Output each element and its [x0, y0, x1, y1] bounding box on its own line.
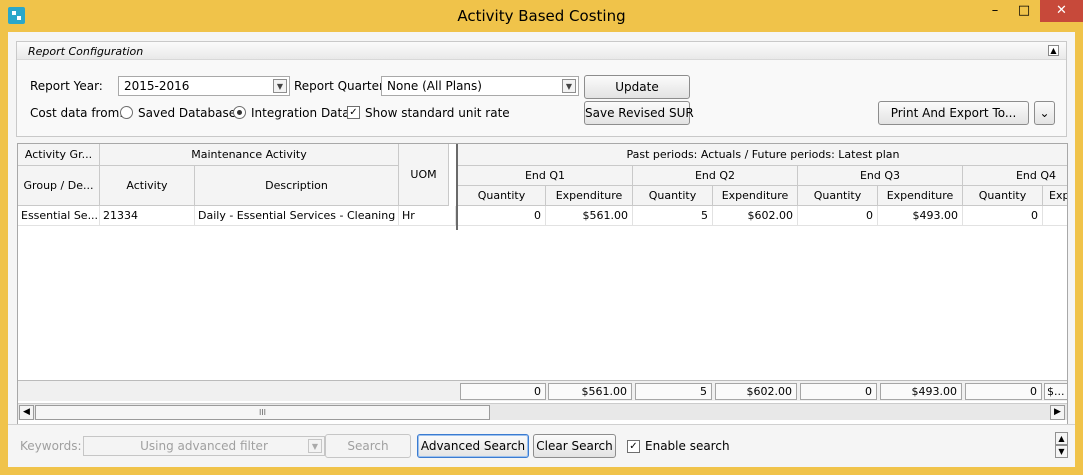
- report-configuration-panel: Report Configuration ▲ Report Year: 2015…: [16, 41, 1067, 137]
- main-window: Activity Based Costing – □ ✕ Report Conf…: [0, 0, 1083, 475]
- column-header-q4-quantity[interactable]: Quantity: [963, 186, 1043, 206]
- report-quarter-label: Report Quarter:: [294, 79, 388, 93]
- collapse-icon[interactable]: ▲: [1048, 45, 1059, 56]
- cell-q3-expenditure[interactable]: $493.00: [878, 206, 963, 226]
- cell-activity[interactable]: 21334: [100, 206, 195, 226]
- saved-database-radio[interactable]: [120, 106, 133, 119]
- report-quarter-select[interactable]: None (All Plans) ▼: [381, 76, 579, 96]
- show-unit-rate-checkbox[interactable]: ✓: [347, 106, 360, 119]
- column-header-end-q1[interactable]: End Q1: [458, 166, 633, 186]
- integration-data-radio[interactable]: [233, 106, 246, 119]
- total-q1-expenditure: $561.00: [548, 383, 632, 400]
- cell-description[interactable]: Daily - Essential Services - Cleaning: [195, 206, 399, 226]
- column-header-past-periods[interactable]: Past periods: Actuals / Future periods: …: [458, 144, 1067, 166]
- column-header-end-q3[interactable]: End Q3: [798, 166, 963, 186]
- chevron-down-icon: ⌄: [1039, 106, 1050, 120]
- keywords-value: Using advanced filter: [140, 439, 268, 453]
- column-header-q4-expenditure[interactable]: Expe: [1043, 186, 1067, 206]
- chevron-up-icon[interactable]: ▲: [1055, 432, 1068, 445]
- cost-data-label: Cost data from:: [30, 106, 124, 120]
- column-header-q1-expenditure[interactable]: Expenditure: [546, 186, 633, 206]
- clear-search-button[interactable]: Clear Search: [533, 434, 616, 458]
- advanced-search-button[interactable]: Advanced Search: [417, 434, 529, 458]
- cell-q1-quantity[interactable]: 0: [458, 206, 546, 226]
- cell-q2-quantity[interactable]: 5: [633, 206, 713, 226]
- column-header-end-q2[interactable]: End Q2: [633, 166, 798, 186]
- report-quarter-value: None (All Plans): [387, 79, 482, 93]
- report-year-label: Report Year:: [30, 79, 103, 93]
- report-year-value: 2015-2016: [124, 79, 190, 93]
- keywords-select[interactable]: Using advanced filter ▼: [83, 436, 325, 456]
- maximize-button[interactable]: □: [1010, 0, 1038, 22]
- search-button[interactable]: Search: [325, 434, 411, 458]
- panel-title: Report Configuration: [28, 45, 144, 58]
- total-q1-quantity: 0: [460, 383, 546, 400]
- chevron-down-icon[interactable]: ▼: [308, 439, 322, 453]
- cell-q3-quantity[interactable]: 0: [798, 206, 878, 226]
- chevron-down-icon[interactable]: ▼: [273, 79, 287, 93]
- cell-q2-expenditure[interactable]: $602.00: [713, 206, 798, 226]
- search-bar: Keywords: Using advanced filter ▼ Search…: [8, 424, 1075, 467]
- chevron-down-icon[interactable]: ▼: [562, 79, 576, 93]
- saved-database-label: Saved Database: [138, 106, 237, 120]
- close-button[interactable]: ✕: [1040, 0, 1083, 22]
- column-header-q3-quantity[interactable]: Quantity: [798, 186, 878, 206]
- integration-data-label: Integration Data: [251, 106, 350, 120]
- scroll-thumb[interactable]: III: [35, 405, 490, 420]
- panel-header: Report Configuration ▲: [17, 42, 1066, 60]
- horizontal-scrollbar[interactable]: ◀ III ▶: [18, 403, 1067, 420]
- minimize-button[interactable]: –: [981, 0, 1009, 22]
- save-revised-sur-button[interactable]: Save Revised SUR: [584, 101, 694, 125]
- report-year-select[interactable]: 2015-2016 ▼: [118, 76, 290, 96]
- client-area: Report Configuration ▲ Report Year: 2015…: [8, 32, 1075, 467]
- chevron-down-icon[interactable]: ▼: [1055, 445, 1068, 458]
- cell-q4-quantity[interactable]: 0: [963, 206, 1043, 226]
- scroll-left-icon[interactable]: ◀: [19, 405, 34, 420]
- title-bar: Activity Based Costing – □ ✕: [0, 0, 1083, 32]
- column-header-q3-expenditure[interactable]: Expenditure: [878, 186, 963, 206]
- column-header-description[interactable]: Description: [195, 166, 399, 206]
- column-header-activity-group[interactable]: Activity Gr...: [18, 144, 100, 166]
- print-export-dropdown[interactable]: ⌄: [1034, 101, 1055, 125]
- column-header-q2-quantity[interactable]: Quantity: [633, 186, 713, 206]
- column-header-q2-expenditure[interactable]: Expenditure: [713, 186, 798, 206]
- enable-search-label: Enable search: [645, 439, 730, 453]
- total-q2-expenditure: $602.00: [715, 383, 797, 400]
- cell-q1-expenditure[interactable]: $561.00: [546, 206, 633, 226]
- total-q2-quantity: 5: [635, 383, 712, 400]
- enable-search-checkbox[interactable]: ✓: [627, 440, 640, 453]
- column-header-group-desc[interactable]: Group / De...: [18, 166, 100, 206]
- scroll-right-icon[interactable]: ▶: [1050, 405, 1065, 420]
- totals-row: 0 $561.00 5 $602.00 0 $493.00 0 $...: [18, 380, 1067, 401]
- total-q3-quantity: 0: [800, 383, 877, 400]
- activity-grid[interactable]: Activity Gr... Maintenance Activity UOM …: [17, 143, 1068, 440]
- total-q4-expenditure: $...: [1044, 383, 1067, 400]
- print-export-button[interactable]: Print And Export To...: [878, 101, 1029, 125]
- cell-q4-expenditure[interactable]: [1043, 206, 1067, 226]
- column-header-end-q4[interactable]: End Q4: [963, 166, 1067, 186]
- total-q3-expenditure: $493.00: [880, 383, 962, 400]
- keywords-label: Keywords:: [20, 439, 82, 453]
- show-unit-rate-label: Show standard unit rate: [365, 106, 510, 120]
- cell-group[interactable]: Essential Se...: [18, 206, 100, 226]
- column-header-uom[interactable]: UOM: [399, 144, 449, 206]
- column-header-q1-quantity[interactable]: Quantity: [458, 186, 546, 206]
- cell-uom[interactable]: Hr: [399, 206, 456, 226]
- update-button[interactable]: Update: [584, 75, 690, 99]
- window-title: Activity Based Costing: [457, 7, 626, 25]
- column-header-maintenance-activity[interactable]: Maintenance Activity: [100, 144, 399, 166]
- column-header-activity[interactable]: Activity: [100, 166, 195, 206]
- total-q4-quantity: 0: [965, 383, 1042, 400]
